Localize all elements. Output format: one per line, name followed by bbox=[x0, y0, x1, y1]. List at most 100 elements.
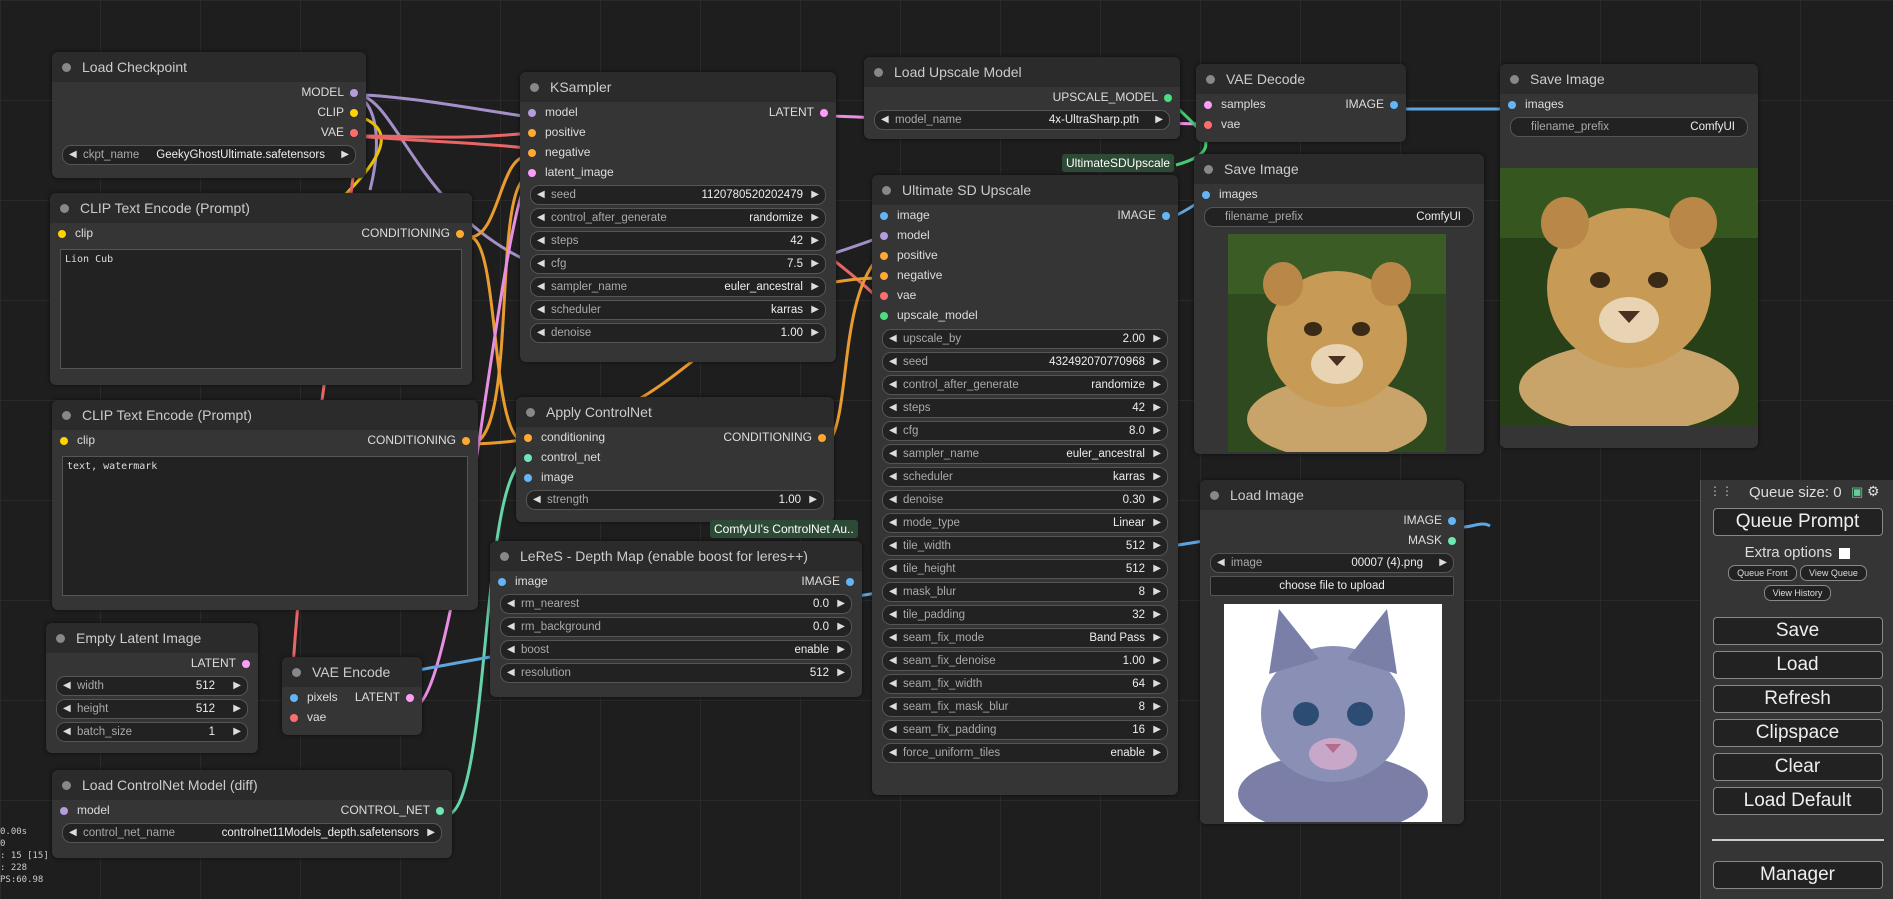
seam-fix-denoise-widget[interactable]: ◀ seam_fix_denoise 1.00 ▶ bbox=[882, 651, 1168, 671]
arrow-right-icon[interactable]: ▶ bbox=[837, 595, 845, 613]
arrow-left-icon[interactable]: ◀ bbox=[889, 606, 897, 624]
prompt-textarea[interactable]: text, watermark bbox=[62, 456, 468, 596]
collapse-dot-icon[interactable] bbox=[1204, 165, 1213, 174]
arrow-right-icon[interactable]: ▶ bbox=[1153, 399, 1161, 417]
conditioning-socket-icon[interactable] bbox=[818, 433, 826, 442]
arrow-left-icon[interactable]: ◀ bbox=[533, 491, 541, 509]
latent-socket-icon[interactable] bbox=[406, 693, 414, 702]
arrow-left-icon[interactable]: ◀ bbox=[881, 111, 889, 129]
output-latent[interactable]: LATENT bbox=[355, 687, 414, 707]
input-image[interactable]: image bbox=[524, 467, 574, 487]
node-title[interactable]: LeReS - Depth Map (enable boost for lere… bbox=[490, 541, 862, 571]
load-image-node[interactable]: Load Image IMAGE MASK ◀ image 00007 (4).pn… bbox=[1200, 480, 1464, 824]
output-conditioning[interactable]: CONDITIONING bbox=[361, 223, 464, 243]
input-control-net[interactable]: control_net bbox=[524, 447, 600, 467]
upscale-model-socket-icon[interactable] bbox=[880, 311, 888, 320]
image-socket-icon[interactable] bbox=[1162, 211, 1170, 220]
arrow-left-icon[interactable]: ◀ bbox=[537, 186, 545, 204]
input-model[interactable]: model bbox=[528, 102, 578, 122]
arrow-left-icon[interactable]: ◀ bbox=[889, 583, 897, 601]
arrow-right-icon[interactable]: ▶ bbox=[1439, 554, 1447, 572]
drag-handle-icon[interactable]: ⋮⋮ bbox=[1709, 484, 1733, 498]
sampler-name-widget[interactable]: ◀ sampler_name euler_ancestral ▶ bbox=[530, 277, 826, 297]
arrow-right-icon[interactable]: ▶ bbox=[1153, 537, 1161, 555]
image-socket-icon[interactable] bbox=[1448, 516, 1456, 525]
arrow-right-icon[interactable]: ▶ bbox=[1153, 491, 1161, 509]
seam-fix-width-widget[interactable]: ◀ seam_fix_width 64 ▶ bbox=[882, 674, 1168, 694]
input-pixels[interactable]: pixels bbox=[290, 687, 338, 707]
arrow-right-icon[interactable]: ▶ bbox=[1153, 514, 1161, 532]
output-mask[interactable]: MASK bbox=[1200, 530, 1464, 550]
input-clip[interactable]: clip bbox=[60, 430, 95, 450]
vae-socket-icon[interactable] bbox=[1204, 120, 1212, 129]
node-title[interactable]: Load ControlNet Model (diff) bbox=[52, 770, 452, 800]
arrow-left-icon[interactable]: ◀ bbox=[537, 324, 545, 342]
node-title[interactable]: VAE Decode bbox=[1196, 64, 1406, 94]
input-conditioning[interactable]: conditioning bbox=[524, 427, 605, 447]
arrow-left-icon[interactable]: ◀ bbox=[889, 514, 897, 532]
image-socket-icon[interactable] bbox=[498, 577, 506, 586]
arrow-left-icon[interactable]: ◀ bbox=[537, 255, 545, 273]
control-net-socket-icon[interactable] bbox=[436, 806, 444, 815]
control-after-generate-widget[interactable]: ◀ control_after_generate randomize ▶ bbox=[530, 208, 826, 228]
arrow-left-icon[interactable]: ◀ bbox=[889, 721, 897, 739]
mode-type-widget[interactable]: ◀ mode_type Linear ▶ bbox=[882, 513, 1168, 533]
node-title[interactable]: Save Image bbox=[1194, 154, 1484, 184]
denoise-widget[interactable]: ◀ denoise 1.00 ▶ bbox=[530, 323, 826, 343]
arrow-left-icon[interactable]: ◀ bbox=[537, 232, 545, 250]
arrow-left-icon[interactable]: ◀ bbox=[69, 146, 77, 164]
view-queue-button[interactable]: View Queue bbox=[1800, 565, 1867, 581]
refresh-button[interactable]: Refresh bbox=[1712, 685, 1883, 713]
output-latent[interactable]: LATENT bbox=[769, 102, 828, 122]
arrow-right-icon[interactable]: ▶ bbox=[1153, 376, 1161, 394]
load-controlnet-model-node[interactable]: Load ControlNet Model (diff) model CONTRO… bbox=[52, 770, 452, 858]
arrow-left-icon[interactable]: ◀ bbox=[537, 209, 545, 227]
control-after-generate-widget[interactable]: ◀ control_after_generate randomize ▶ bbox=[882, 375, 1168, 395]
arrow-left-icon[interactable]: ◀ bbox=[889, 445, 897, 463]
resolution-widget[interactable]: ◀ resolution 512 ▶ bbox=[500, 663, 852, 683]
model-socket-icon[interactable] bbox=[350, 88, 358, 97]
image-socket-icon[interactable] bbox=[290, 693, 298, 702]
ultimate-sd-upscale-node[interactable]: Ultimate SD Upscale image IMAGE model pos… bbox=[872, 175, 1178, 795]
output-latent[interactable]: LATENT bbox=[46, 653, 258, 673]
force-uniform-tiles-widget[interactable]: ◀ force_uniform_tiles enable ▶ bbox=[882, 743, 1168, 763]
conditioning-socket-icon[interactable] bbox=[528, 148, 536, 157]
output-control-net[interactable]: CONTROL_NET bbox=[341, 800, 444, 820]
clear-button[interactable]: Clear bbox=[1712, 753, 1883, 781]
node-title[interactable]: Ultimate SD Upscale bbox=[872, 175, 1178, 205]
output-upscale-model[interactable]: UPSCALE_MODEL bbox=[864, 87, 1180, 107]
vae-socket-icon[interactable] bbox=[290, 713, 298, 722]
arrow-left-icon[interactable]: ◀ bbox=[889, 698, 897, 716]
collapse-dot-icon[interactable] bbox=[62, 63, 71, 72]
upscale-by-widget[interactable]: ◀ upscale_by 2.00 ▶ bbox=[882, 329, 1168, 349]
arrow-right-icon[interactable]: ▶ bbox=[811, 324, 819, 342]
scheduler-widget[interactable]: ◀ scheduler karras ▶ bbox=[530, 300, 826, 320]
seam-fix-padding-widget[interactable]: ◀ seam_fix_padding 16 ▶ bbox=[882, 720, 1168, 740]
arrow-right-icon[interactable]: ▶ bbox=[1153, 560, 1161, 578]
arrow-left-icon[interactable]: ◀ bbox=[889, 744, 897, 762]
leres-depth-map-node[interactable]: LeReS - Depth Map (enable boost for lere… bbox=[490, 541, 862, 697]
input-vae[interactable]: vae bbox=[290, 707, 326, 727]
collapse-dot-icon[interactable] bbox=[1210, 491, 1219, 500]
input-model[interactable]: model bbox=[60, 800, 110, 820]
input-image[interactable]: image bbox=[498, 571, 548, 591]
image-socket-icon[interactable] bbox=[846, 577, 854, 586]
input-negative[interactable]: negative bbox=[528, 142, 590, 162]
apply-controlnet-node[interactable]: Apply ControlNet conditioning CONDITIONIN… bbox=[516, 397, 834, 522]
arrow-right-icon[interactable]: ▶ bbox=[1153, 744, 1161, 762]
ckpt-name-combo[interactable]: ◀ ckpt_name GeekyGhostUltimate.safetensors… bbox=[62, 145, 356, 165]
clip-socket-icon[interactable] bbox=[350, 108, 358, 117]
seed-widget[interactable]: ◀ seed 432492070770968 ▶ bbox=[882, 352, 1168, 372]
arrow-left-icon[interactable]: ◀ bbox=[889, 629, 897, 647]
arrow-right-icon[interactable]: ▶ bbox=[837, 664, 845, 682]
latent-socket-icon[interactable] bbox=[242, 659, 250, 668]
image-socket-icon[interactable] bbox=[1202, 190, 1210, 199]
input-positive[interactable]: positive bbox=[528, 122, 586, 142]
arrow-right-icon[interactable]: ▶ bbox=[1155, 111, 1163, 129]
load-checkpoint-node[interactable]: Load Checkpoint MODEL CLIP VAE ◀ ckpt_nam… bbox=[52, 52, 366, 178]
collapse-dot-icon[interactable] bbox=[62, 411, 71, 420]
output-image[interactable]: IMAGE bbox=[801, 571, 854, 591]
arrow-left-icon[interactable]: ◀ bbox=[889, 353, 897, 371]
save-button[interactable]: Save bbox=[1712, 617, 1883, 645]
node-title[interactable]: CLIP Text Encode (Prompt) bbox=[52, 400, 478, 430]
